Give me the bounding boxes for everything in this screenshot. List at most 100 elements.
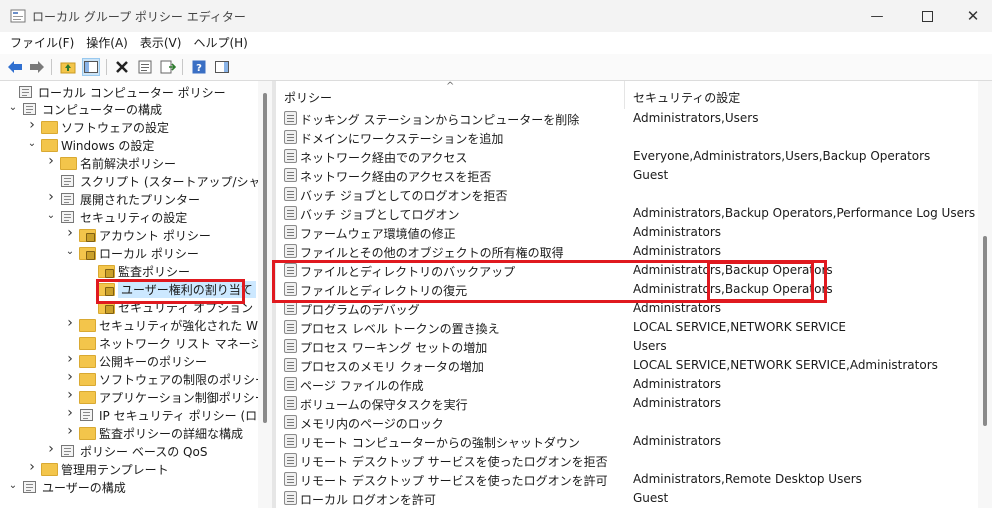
policy-row[interactable]: バッチ ジョブとしてのログオンを拒否 [276,185,978,204]
policy-row[interactable]: ファイルとその他のオブジェクトの所有権の取得 Administrators [276,242,978,261]
action-pane-button[interactable] [213,58,231,76]
tree-item[interactable]: ⌄ Windows の設定 [0,136,258,154]
tree-item[interactable]: › セキュリティが強化された Windo [0,315,258,334]
folder-icon [79,354,96,368]
policy-setting-icon [284,301,297,315]
tree-item[interactable]: › 名前解決ポリシー [0,153,258,172]
policy-row[interactable]: ファイルとディレクトリのバックアップ Administrators,Backup … [276,261,978,280]
tree-item[interactable]: › ソフトウェアの制限のポリシー [0,369,258,388]
policy-row[interactable]: ネットワーク経由のアクセスを拒否 Guest [276,166,978,185]
policy-row[interactable]: ページ ファイルの作成 Administrators [276,375,978,394]
tree-item[interactable]: ⌄ コンピューターの構成 [0,100,258,118]
policy-row[interactable]: プログラムのデバッグ Administrators [276,299,978,318]
list-scroll-thumb[interactable] [983,236,987,426]
tree-item[interactable]: › 管理用テンプレート [0,459,258,478]
policy-row[interactable]: プロセス レベル トークンの置き換え LOCAL SERVICE,NETWORK … [276,318,978,337]
show-hide-tree-button[interactable] [82,58,100,76]
policy-row[interactable]: プロセス ワーキング セットの増加 Users [276,337,978,356]
chevron-down-icon[interactable]: ⌄ [46,210,56,222]
tree-item[interactable]: セキュリティ オプション [0,298,258,316]
delete-button[interactable] [113,58,131,76]
help-button[interactable]: ? [190,58,208,76]
menu-file[interactable]: ファイル(F) [0,32,80,54]
chevron-right-icon[interactable]: › [27,459,37,475]
tree-item[interactable]: スクリプト (スタートアップ/シャットダウ [0,172,258,190]
policy-name: バッチ ジョブとしてログオン [300,208,460,222]
policy-name: ローカル ログオンを許可 [300,493,436,507]
properties-button[interactable] [136,58,154,76]
tree-item[interactable]: ⌄ ローカル ポリシー [0,244,258,262]
policy-row[interactable]: ドッキング ステーションからコンピューターを削除 Administrators,U… [276,109,978,128]
menu-action[interactable]: 操作(A) [80,32,134,54]
chevron-right-icon[interactable]: › [46,189,56,205]
tree-item[interactable]: ユーザー権利の割り当て [0,280,258,298]
tree-item[interactable]: › 監査ポリシーの詳細な構成 [0,423,258,442]
tree-scrollbar[interactable] [258,81,272,508]
tree-item[interactable]: ⌄ セキュリティの設定 [0,208,258,226]
chevron-right-icon[interactable]: › [65,369,75,385]
tree-item[interactable]: › ポリシー ベースの QoS [0,441,258,460]
chevron-right-icon[interactable]: › [46,441,56,457]
tree-item[interactable]: › 展開されたプリンター [0,189,258,208]
policy-row[interactable]: ボリュームの保守タスクを実行 Administrators [276,394,978,413]
column-header-setting[interactable]: セキュリティの設定 [625,81,978,109]
tree-item-label: Windows の設定 [61,139,155,153]
chevron-right-icon[interactable]: › [27,117,37,133]
menu-view[interactable]: 表示(V) [134,32,188,54]
policy-setting-value: LOCAL SERVICE,NETWORK SERVICE,Administra… [633,358,938,372]
policy-row[interactable]: バッチ ジョブとしてログオン Administrators,Backup Oper… [276,204,978,223]
maximize-button[interactable] [904,0,950,32]
list-scrollbar[interactable] [978,81,992,508]
close-icon: ✕ [966,7,980,25]
menu-help[interactable]: ヘルプ(H) [187,32,253,54]
tree-item[interactable]: ネットワーク リスト マネージャー ポ [0,334,258,352]
policy-row[interactable]: プロセスのメモリ クォータの増加 LOCAL SERVICE,NETWORK SE… [276,356,978,375]
chevron-down-icon[interactable]: ⌄ [8,102,18,114]
policy-row[interactable]: メモリ内のページのロック [276,413,978,432]
policy-row[interactable]: リモート デスクトップ サービスを使ったログオンを拒否 [276,451,978,470]
chevron-right-icon[interactable]: › [46,153,56,169]
chevron-right-icon[interactable]: › [65,351,75,367]
policy-row[interactable]: リモート デスクトップ サービスを使ったログオンを許可 Administrator… [276,470,978,489]
chevron-right-icon[interactable]: › [65,387,75,403]
policy-row[interactable]: リモート コンピューターからの強制シャットダウン Administrators [276,432,978,451]
column-header-policy[interactable]: ポリシー ^ [276,81,624,109]
tree-item[interactable]: ローカル コンピューター ポリシー [0,83,258,101]
tree-item[interactable]: ⌄ ユーザーの構成 [0,478,258,496]
policy-name: プロセスのメモリ クォータの増加 [300,360,484,374]
window-title: ローカル グループ ポリシー エディター [32,10,246,24]
tree-item[interactable]: › アカウント ポリシー [0,225,258,244]
back-button[interactable] [6,58,24,76]
chevron-down-icon[interactable]: ⌄ [65,246,75,258]
up-folder-button[interactable] [59,58,77,76]
chevron-right-icon[interactable]: › [65,225,75,241]
tree-item[interactable]: › IP セキュリティ ポリシー (ローカル [0,405,258,424]
chevron-down-icon[interactable]: ⌄ [27,138,37,150]
tree-item[interactable]: › 公開キーのポリシー [0,351,258,370]
chevron-right-icon[interactable]: › [65,405,75,421]
chevron-down-icon[interactable]: ⌄ [8,480,18,492]
policy-name: ネットワーク経由のアクセスを拒否 [300,170,492,184]
export-list-button[interactable] [159,58,177,76]
policy-row[interactable]: ファイルとディレクトリの復元 Administrators,Backup Oper… [276,280,978,299]
tree-item-label: アプリケーション制御ポリシー [99,391,258,405]
forward-button[interactable] [28,58,46,76]
close-button[interactable]: ✕ [950,0,992,32]
policy-name: リモート コンピューターからの強制シャットダウン [300,436,580,450]
minimize-button[interactable]: — [854,0,900,32]
policy-row[interactable]: ドメインにワークステーションを追加 [276,128,978,147]
tree-item[interactable]: › ソフトウェアの設定 [0,117,258,136]
policy-setting-icon [284,130,297,144]
policy-setting-value: Administrators,Backup Operators [633,263,833,277]
policy-row[interactable]: ネットワーク経由でのアクセス Everyone,Administrators,Us… [276,147,978,166]
chevron-right-icon[interactable]: › [65,423,75,439]
policy-setting-icon [284,187,297,201]
tree-item[interactable]: 監査ポリシー [0,262,258,280]
tree-item[interactable]: › アプリケーション制御ポリシー [0,387,258,406]
policy-row[interactable]: ファームウェア環境値の修正 Administrators [276,223,978,242]
policy-row[interactable]: ローカル ログオンを許可 Guest [276,489,978,508]
column-header-policy-label: ポリシー [284,91,333,105]
chevron-right-icon[interactable]: › [65,315,75,331]
tree-scroll-thumb[interactable] [263,93,267,423]
secure-folder-icon [98,264,115,278]
